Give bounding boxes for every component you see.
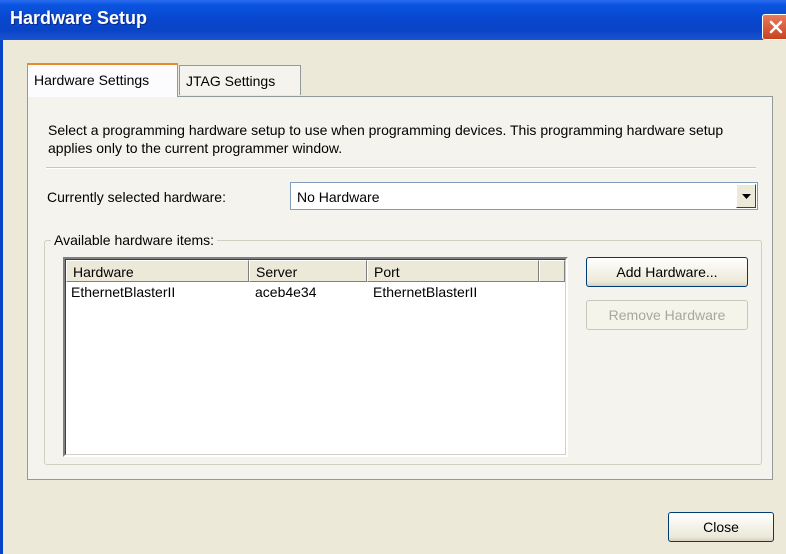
- table-row[interactable]: EthernetBlasterII aceb4e34 EthernetBlast…: [66, 284, 565, 304]
- column-header-filler: [539, 260, 565, 282]
- tab-panel: Select a programming hardware setup to u…: [27, 96, 773, 480]
- available-hardware-label: Available hardware items:: [51, 232, 218, 248]
- hardware-list[interactable]: Hardware Server Port EthernetBlasterII a…: [63, 257, 568, 457]
- close-button[interactable]: Close: [668, 512, 774, 542]
- remove-hardware-button[interactable]: Remove Hardware: [586, 300, 748, 330]
- add-hardware-button[interactable]: Add Hardware...: [586, 257, 748, 287]
- divider: [46, 167, 756, 169]
- available-hardware-group: Available hardware items: Hardware Serve…: [44, 232, 762, 465]
- column-header-server[interactable]: Server: [249, 260, 367, 282]
- cell-server: aceb4e34: [255, 284, 317, 300]
- window-title: Hardware Setup: [10, 8, 148, 28]
- tab-hardware-settings[interactable]: Hardware Settings: [27, 63, 178, 97]
- description-text: Select a programming hardware setup to u…: [48, 122, 724, 156]
- column-header-port[interactable]: Port: [367, 260, 539, 282]
- window-close-button[interactable]: [762, 14, 786, 40]
- title-bar: Hardware Setup: [0, 0, 786, 40]
- tab-jtag-settings[interactable]: JTAG Settings: [179, 65, 301, 95]
- dropdown-button[interactable]: [736, 184, 756, 208]
- column-header-hardware[interactable]: Hardware: [66, 260, 249, 282]
- current-hardware-label: Currently selected hardware:: [47, 189, 226, 205]
- close-icon: [769, 20, 783, 34]
- cell-hardware: EthernetBlasterII: [71, 284, 176, 300]
- current-hardware-select[interactable]: No Hardware: [290, 182, 758, 210]
- hardware-list-body: Hardware Server Port EthernetBlasterII a…: [65, 259, 566, 455]
- cell-port: EthernetBlasterII: [373, 284, 478, 300]
- list-header: Hardware Server Port: [66, 260, 565, 282]
- chevron-down-icon: [742, 194, 751, 199]
- current-hardware-value: No Hardware: [297, 189, 380, 205]
- window-border: [0, 40, 3, 554]
